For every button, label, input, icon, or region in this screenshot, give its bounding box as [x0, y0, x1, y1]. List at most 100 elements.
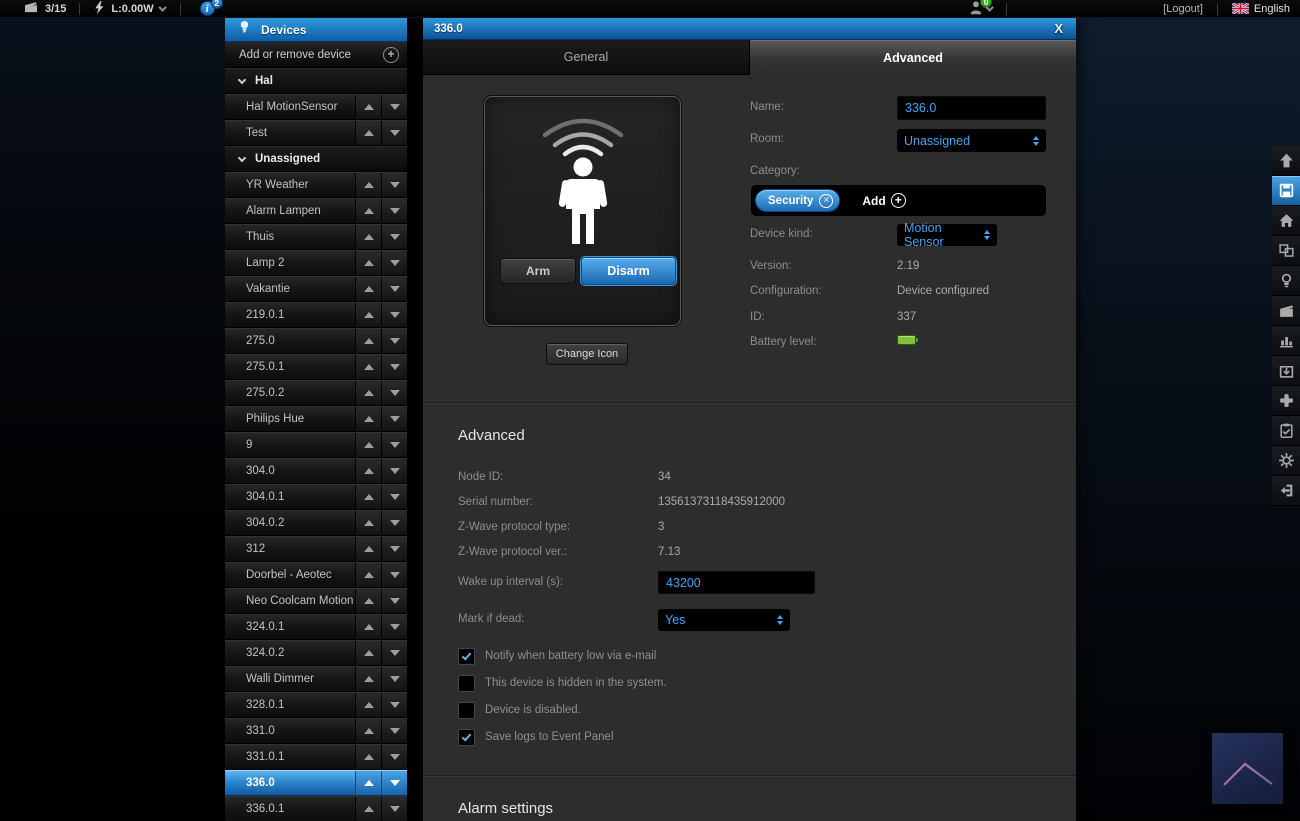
- device-row[interactable]: 328.0.1: [225, 692, 407, 718]
- device-row[interactable]: 275.0.2: [225, 380, 407, 406]
- move-down-button[interactable]: [381, 251, 407, 275]
- tab-general[interactable]: General: [423, 40, 750, 75]
- move-up-button[interactable]: [355, 485, 381, 509]
- move-down-button[interactable]: [381, 277, 407, 301]
- device-row[interactable]: 9: [225, 432, 407, 458]
- checkbox-row[interactable]: This device is hidden in the system.: [458, 675, 1038, 702]
- logout-button[interactable]: [Logout]: [1163, 3, 1203, 15]
- chevron-down-icon[interactable]: [158, 3, 166, 11]
- checkbox[interactable]: [458, 648, 475, 665]
- device-row[interactable]: 304.0.2: [225, 510, 407, 536]
- move-up-button[interactable]: [355, 355, 381, 379]
- home-icon[interactable]: [1272, 206, 1300, 236]
- device-row[interactable]: Test: [225, 120, 407, 146]
- user-menu[interactable]: 0: [968, 0, 984, 18]
- move-up-button[interactable]: [355, 563, 381, 587]
- move-up-button[interactable]: [355, 615, 381, 639]
- device-row[interactable]: 275.0.1: [225, 354, 407, 380]
- move-down-button[interactable]: [381, 95, 407, 119]
- add-category-button[interactable]: Add +: [862, 193, 905, 208]
- move-down-button[interactable]: [381, 303, 407, 327]
- plus-circle-icon[interactable]: +: [383, 47, 399, 63]
- arm-button[interactable]: Arm: [500, 258, 576, 284]
- device-row[interactable]: 219.0.1: [225, 302, 407, 328]
- checkbox-row[interactable]: Notify when battery low via e-mail: [458, 648, 1038, 675]
- device-row[interactable]: 304.0.1: [225, 484, 407, 510]
- move-up-button[interactable]: [355, 511, 381, 535]
- move-up-button[interactable]: [355, 745, 381, 769]
- device-row[interactable]: 331.0: [225, 718, 407, 744]
- move-down-button[interactable]: [381, 563, 407, 587]
- device-row[interactable]: Philips Hue: [225, 406, 407, 432]
- move-up-button[interactable]: [355, 381, 381, 405]
- move-down-button[interactable]: [381, 693, 407, 717]
- move-down-button[interactable]: [381, 719, 407, 743]
- exit-icon[interactable]: [1272, 476, 1300, 506]
- info-button[interactable]: i 2: [200, 1, 215, 16]
- move-up-button[interactable]: [355, 589, 381, 613]
- move-down-button[interactable]: [381, 173, 407, 197]
- scroll-top-icon[interactable]: [1272, 146, 1300, 176]
- device-kind-select[interactable]: Motion Sensor: [897, 224, 997, 246]
- wake-interval-input[interactable]: [658, 571, 815, 594]
- category-tag-security[interactable]: Security ×: [755, 189, 840, 212]
- device-row[interactable]: 331.0.1: [225, 744, 407, 770]
- move-up-button[interactable]: [355, 225, 381, 249]
- move-down-button[interactable]: [381, 459, 407, 483]
- move-down-button[interactable]: [381, 589, 407, 613]
- disarm-button[interactable]: Disarm: [581, 257, 676, 285]
- move-up-button[interactable]: [355, 459, 381, 483]
- move-down-button[interactable]: [381, 121, 407, 145]
- move-down-button[interactable]: [381, 771, 407, 795]
- checkbox[interactable]: [458, 702, 475, 719]
- move-down-button[interactable]: [381, 485, 407, 509]
- change-icon-button[interactable]: Change Icon: [546, 343, 628, 365]
- move-down-button[interactable]: [381, 199, 407, 223]
- move-down-button[interactable]: [381, 537, 407, 561]
- move-down-button[interactable]: [381, 511, 407, 535]
- device-row[interactable]: Neo Coolcam Motion: [225, 588, 407, 614]
- checkbox[interactable]: [458, 729, 475, 746]
- move-up-button[interactable]: [355, 667, 381, 691]
- device-row[interactable]: 275.0: [225, 328, 407, 354]
- move-down-button[interactable]: [381, 407, 407, 431]
- device-row[interactable]: 336.0.1: [225, 796, 407, 821]
- device-row[interactable]: Doorbel - Aeotec: [225, 562, 407, 588]
- move-down-button[interactable]: [381, 667, 407, 691]
- move-up-button[interactable]: [355, 277, 381, 301]
- move-up-button[interactable]: [355, 407, 381, 431]
- device-row[interactable]: Lamp 2: [225, 250, 407, 276]
- device-row[interactable]: 324.0.2: [225, 640, 407, 666]
- device-row[interactable]: Walli Dimmer: [225, 666, 407, 692]
- plugins-icon[interactable]: [1272, 386, 1300, 416]
- devices-icon[interactable]: [1272, 266, 1300, 296]
- device-row[interactable]: 324.0.1: [225, 614, 407, 640]
- move-down-button[interactable]: [381, 329, 407, 353]
- move-down-button[interactable]: [381, 355, 407, 379]
- statistics-icon[interactable]: [1272, 326, 1300, 356]
- events-icon[interactable]: [1272, 416, 1300, 446]
- checkbox[interactable]: [458, 675, 475, 692]
- device-group-header[interactable]: Hal: [225, 68, 407, 94]
- move-down-button[interactable]: [381, 381, 407, 405]
- move-up-button[interactable]: [355, 173, 381, 197]
- device-row[interactable]: 312: [225, 536, 407, 562]
- tab-advanced[interactable]: Advanced: [750, 40, 1076, 75]
- device-row[interactable]: Thuis: [225, 224, 407, 250]
- save-icon[interactable]: [1272, 176, 1300, 206]
- move-up-button[interactable]: [355, 95, 381, 119]
- move-up-button[interactable]: [355, 641, 381, 665]
- move-up-button[interactable]: [355, 797, 381, 821]
- move-up-button[interactable]: [355, 251, 381, 275]
- scenes-icon[interactable]: [1272, 296, 1300, 326]
- move-up-button[interactable]: [355, 537, 381, 561]
- move-down-button[interactable]: [381, 225, 407, 249]
- device-row[interactable]: YR Weather: [225, 172, 407, 198]
- move-up-button[interactable]: [355, 303, 381, 327]
- move-down-button[interactable]: [381, 641, 407, 665]
- remove-tag-icon[interactable]: ×: [819, 194, 833, 208]
- name-input[interactable]: [897, 96, 1046, 120]
- move-up-button[interactable]: [355, 121, 381, 145]
- rooms-icon[interactable]: [1272, 236, 1300, 266]
- move-up-button[interactable]: [355, 199, 381, 223]
